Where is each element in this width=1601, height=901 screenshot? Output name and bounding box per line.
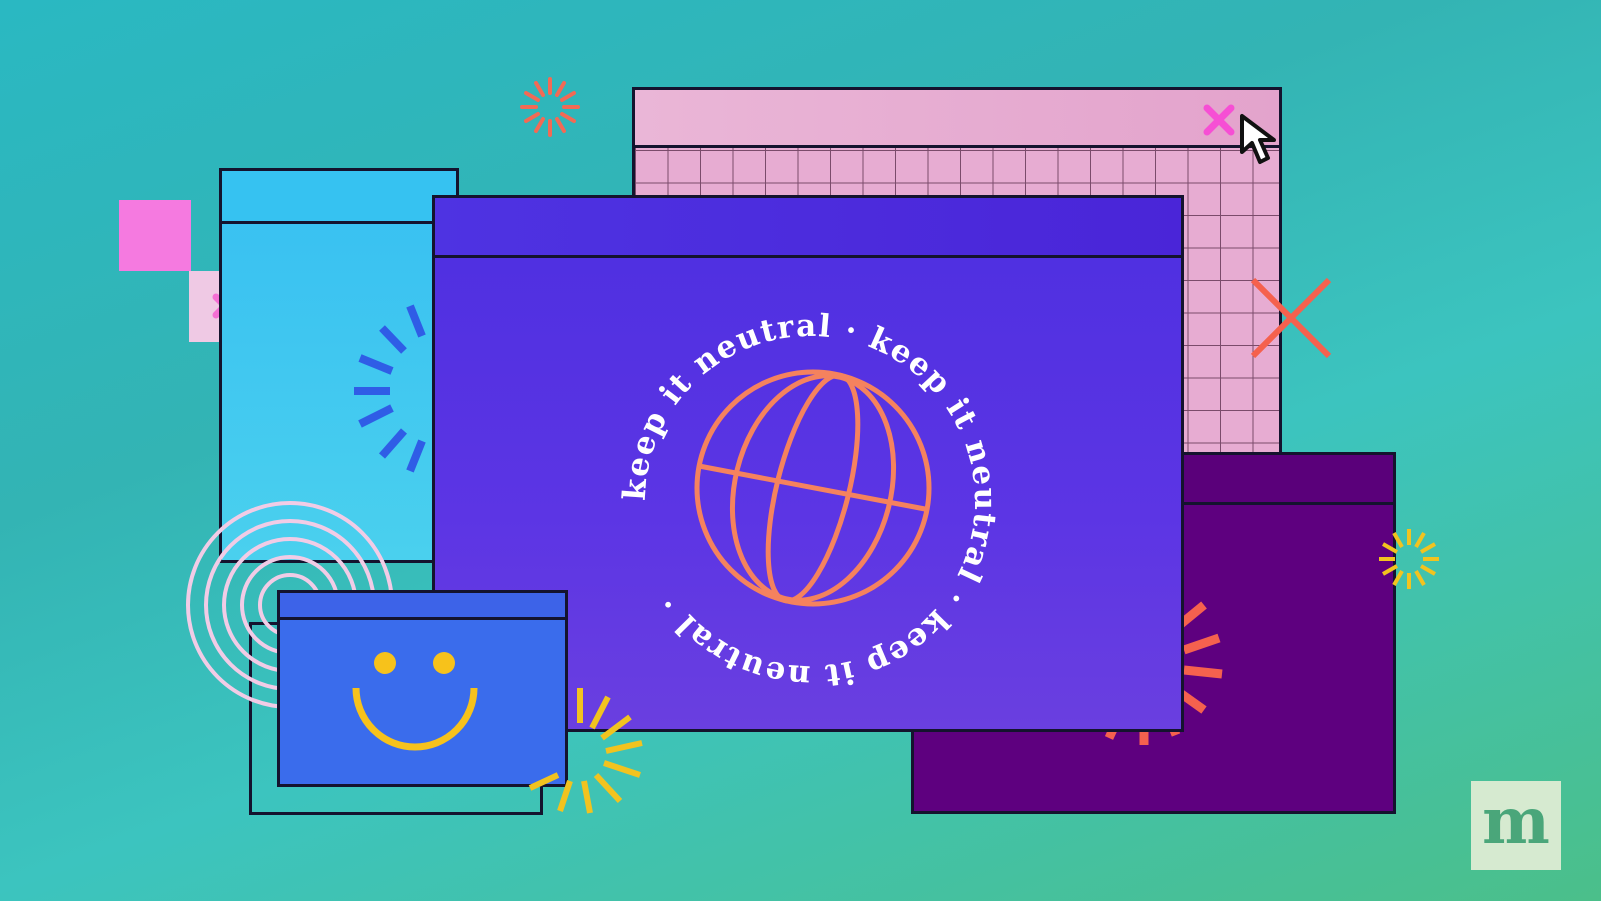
sunburst-icon — [528, 688, 643, 814]
close-x-icon — [1250, 277, 1332, 359]
pink-window-titlebar — [635, 90, 1279, 148]
smiley-window-titlebar — [280, 593, 565, 620]
globe-icon — [694, 369, 932, 607]
circular-slogan-text: keep it neutral · keep it neutral · keep… — [617, 308, 1003, 695]
brand-logo: m — [1471, 781, 1561, 870]
globe-badge: keep it neutral · keep it neutral · keep… — [617, 308, 1003, 695]
blue-window-titlebar — [222, 171, 456, 224]
sunburst-icon — [520, 77, 580, 137]
logo-letter: m — [1482, 783, 1550, 859]
smiley-face-icon — [352, 652, 478, 751]
cursor-icon — [1240, 114, 1276, 164]
main-window-titlebar — [435, 198, 1181, 258]
close-x-icon[interactable] — [1201, 102, 1237, 138]
sunburst-icon — [1379, 529, 1439, 589]
pink-square-decoration — [119, 200, 191, 271]
